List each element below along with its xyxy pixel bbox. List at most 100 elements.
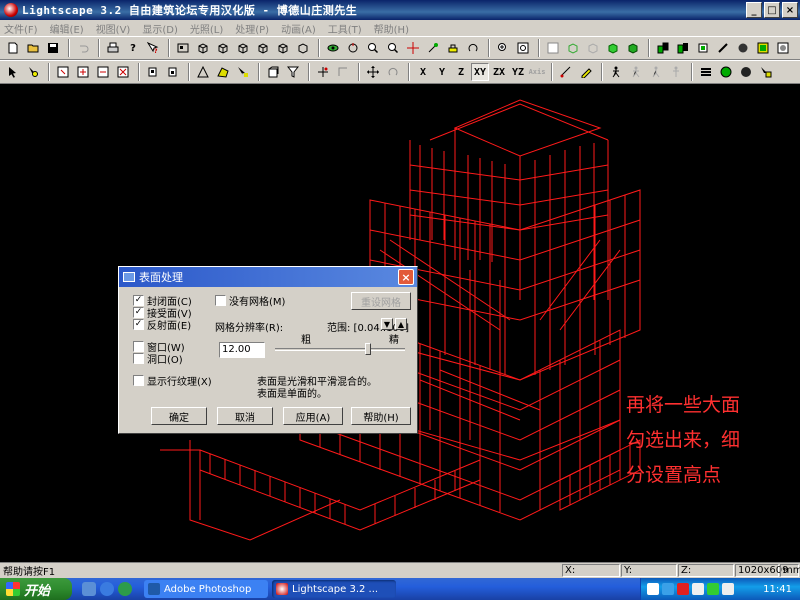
orbit-icon[interactable]	[344, 39, 362, 57]
toggle-selection-icon[interactable]	[114, 63, 132, 81]
remove-selection-icon[interactable]	[94, 63, 112, 81]
wireframe-cube-icon[interactable]	[194, 39, 212, 57]
walk-icon[interactable]	[444, 39, 462, 57]
filter-icon[interactable]	[284, 63, 302, 81]
select-instance-icon[interactable]	[164, 63, 182, 81]
tray-volume-icon[interactable]	[722, 583, 734, 595]
menu-file[interactable]: 文件(F)	[4, 21, 38, 36]
light-sphere-icon[interactable]	[544, 39, 562, 57]
textured-cube-icon[interactable]	[274, 39, 292, 57]
dolly-icon[interactable]	[424, 39, 442, 57]
pan-icon[interactable]	[404, 39, 422, 57]
crosshair-icon[interactable]	[314, 63, 332, 81]
apply-button[interactable]: 应用(A)	[283, 407, 343, 425]
select-block-icon[interactable]	[144, 63, 162, 81]
mesh-resolution-input[interactable]: 12.00	[219, 342, 265, 358]
pick-light-icon[interactable]	[757, 63, 775, 81]
no-mesh-checkbox[interactable]: 没有网格(M)	[215, 293, 285, 308]
measure-icon[interactable]	[557, 63, 575, 81]
tray-antivirus-icon[interactable]	[677, 583, 689, 595]
move-icon[interactable]	[364, 63, 382, 81]
add-selection-icon[interactable]	[74, 63, 92, 81]
tray-messenger-icon[interactable]	[707, 583, 719, 595]
reset-mesh-button[interactable]: 重设网格	[351, 292, 411, 310]
context-help-icon[interactable]: ?	[144, 39, 162, 57]
menu-light[interactable]: 光照(L)	[190, 21, 223, 36]
show-texture-checkbox[interactable]: 显示行纹理(X)	[133, 373, 212, 388]
layer-blocks-icon[interactable]	[654, 39, 672, 57]
zoom-icon[interactable]	[384, 39, 402, 57]
display-mode-icon[interactable]	[174, 39, 192, 57]
save-icon[interactable]	[44, 39, 62, 57]
undo-icon[interactable]	[74, 39, 92, 57]
menu-edit[interactable]: 编辑(E)	[50, 21, 84, 36]
globe-icon[interactable]	[717, 63, 735, 81]
select-polygon-icon[interactable]	[214, 63, 232, 81]
tray-network-icon[interactable]	[662, 583, 674, 595]
green-solid-cube-icon[interactable]	[624, 39, 642, 57]
axis-lock-button[interactable]: Axis	[528, 63, 546, 81]
menu-display[interactable]: 显示(D)	[142, 21, 178, 36]
menu-tools[interactable]: 工具(T)	[328, 21, 362, 36]
spin-up-button[interactable]: ▲	[395, 318, 407, 330]
ball-icon[interactable]	[737, 63, 755, 81]
sun-icon[interactable]	[584, 39, 602, 57]
select-surface-icon[interactable]	[54, 63, 72, 81]
select-region-icon[interactable]	[194, 63, 212, 81]
minimize-button[interactable]: _	[746, 2, 762, 18]
person-gray-icon[interactable]	[627, 63, 645, 81]
taskbar-photoshop[interactable]: Adobe Photoshop	[144, 580, 268, 598]
axis-y-button[interactable]: Y	[433, 63, 451, 81]
green-sphere-icon[interactable]	[564, 39, 582, 57]
axis-z-button[interactable]: Z	[452, 63, 470, 81]
person-walk-icon[interactable]	[607, 63, 625, 81]
layers-icon[interactable]	[697, 63, 715, 81]
zoom-frame-icon[interactable]	[514, 39, 532, 57]
plane-zx-button[interactable]: ZX	[490, 63, 508, 81]
tray-help-icon[interactable]	[647, 583, 659, 595]
start-button[interactable]: 开始	[0, 578, 72, 600]
open-folder-icon[interactable]	[24, 39, 42, 57]
person-stand-icon[interactable]	[667, 63, 685, 81]
close-button[interactable]: ×	[782, 2, 798, 18]
help-button[interactable]: 帮助(H)	[351, 407, 411, 425]
dialog-close-button[interactable]: ×	[398, 269, 414, 285]
taskbar-lightscape[interactable]: Lightscape 3.2 ...	[272, 580, 396, 598]
outline-cube-icon[interactable]	[294, 39, 312, 57]
spin-down-button[interactable]: ▼	[381, 318, 393, 330]
zoom-extents-icon[interactable]	[494, 39, 512, 57]
dialog-title-bar[interactable]: 表面处理	[119, 267, 417, 287]
new-file-icon[interactable]	[4, 39, 22, 57]
zoom-window-icon[interactable]	[364, 39, 382, 57]
plane-yz-button[interactable]: YZ	[509, 63, 527, 81]
person-run-icon[interactable]	[647, 63, 665, 81]
axis-x-button[interactable]: X	[414, 63, 432, 81]
material-sphere-icon[interactable]	[734, 39, 752, 57]
tray-k-icon[interactable]	[692, 583, 704, 595]
help-question-icon[interactable]: ?	[124, 39, 142, 57]
mesh-resolution-slider[interactable]	[365, 343, 371, 355]
cancel-button[interactable]: 取消	[217, 407, 273, 425]
align-icon[interactable]	[334, 63, 352, 81]
reflect-surface-checkbox[interactable]: ✓ 反射面(E)	[133, 317, 191, 332]
select-arrow-icon[interactable]	[4, 63, 22, 81]
pencil-icon[interactable]	[577, 63, 595, 81]
rotate-icon[interactable]	[464, 39, 482, 57]
texture-icon[interactable]	[754, 39, 772, 57]
hole-checkbox[interactable]: 洞口(O)	[133, 351, 183, 366]
media-player-icon[interactable]	[118, 582, 132, 596]
solid-cube-icon[interactable]	[234, 39, 252, 57]
shaded-cube-icon[interactable]	[254, 39, 272, 57]
menu-view[interactable]: 视图(V)	[96, 21, 131, 36]
eye-view-icon[interactable]	[324, 39, 342, 57]
green-cube-icon[interactable]	[604, 39, 622, 57]
menu-help[interactable]: 帮助(H)	[374, 21, 409, 36]
surface-properties-icon[interactable]	[264, 63, 282, 81]
select-material-icon[interactable]	[234, 63, 252, 81]
render-icon[interactable]	[774, 39, 792, 57]
menu-process[interactable]: 处理(P)	[235, 21, 269, 36]
select-light-icon[interactable]	[24, 63, 42, 81]
menu-animation[interactable]: 动画(A)	[281, 21, 316, 36]
maximize-button[interactable]: □	[764, 2, 780, 18]
hidden-line-cube-icon[interactable]	[214, 39, 232, 57]
